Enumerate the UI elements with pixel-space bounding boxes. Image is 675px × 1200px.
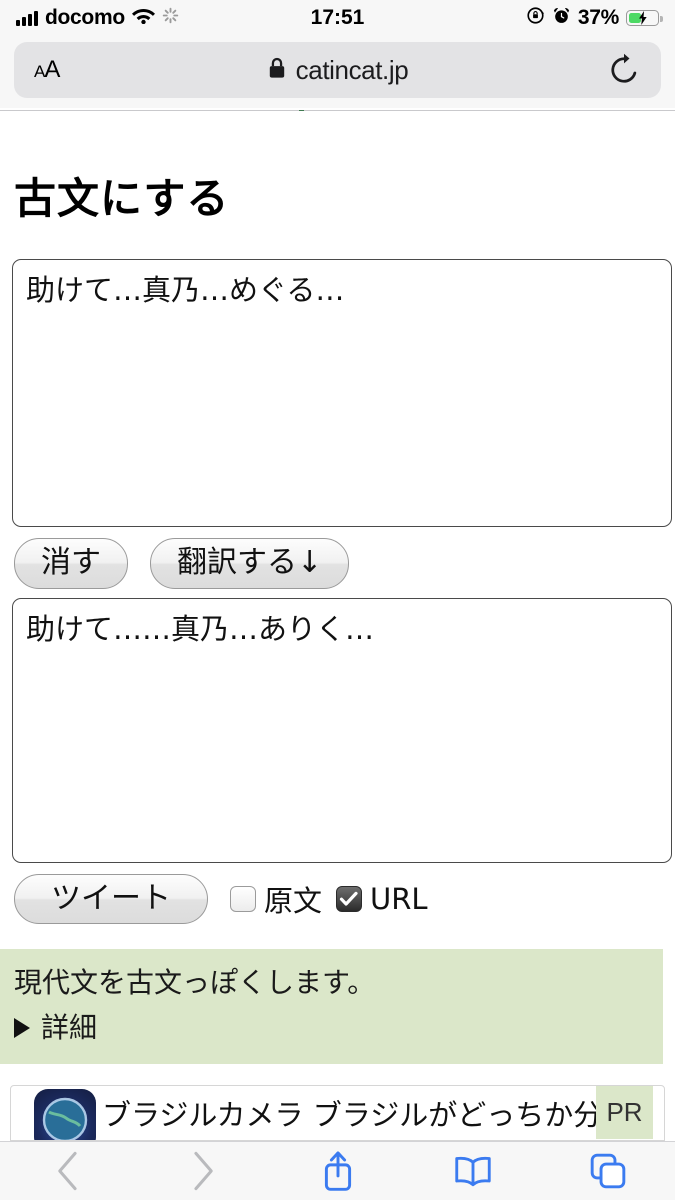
clock-label: 17:51	[310, 6, 365, 29]
status-bar-left: docomo	[16, 6, 311, 30]
page-title: 古文にする	[14, 174, 230, 223]
battery-percent-label: 37%	[577, 6, 619, 29]
sync-spinner-icon	[162, 7, 179, 29]
info-note: 現代文を古文っぽくします。 詳細	[0, 949, 663, 1065]
globe-app-icon	[34, 1089, 96, 1140]
clear-button[interactable]: 消す	[14, 538, 128, 589]
note-details-label: 詳細	[41, 1010, 98, 1044]
action-button-row: 消す 翻訳する↓	[14, 538, 675, 589]
disclosure-triangle-icon	[14, 1017, 30, 1038]
browser-bottom-toolbar	[0, 1141, 675, 1200]
address-bar[interactable]: AA catincat.jp	[14, 42, 661, 98]
status-bar-center: 17:51	[311, 6, 365, 30]
pr-badge: PR	[596, 1086, 653, 1139]
phone-screen: docomo 17:51 37% AA catincat.jp 古文にする 助け…	[0, 0, 675, 1200]
url-text: catincat.jp	[295, 54, 409, 85]
status-bar-right: 37%	[364, 6, 663, 30]
checkbox-original-text-label: 原文	[264, 883, 323, 918]
tabs-icon[interactable]	[540, 1152, 675, 1190]
tweet-button[interactable]: ツイート	[14, 873, 208, 924]
rotation-lock-icon	[526, 6, 545, 30]
ad-text: ブラジルカメラ ブラジルがどっちか分	[102, 1098, 603, 1132]
carrier-label: docomo	[45, 6, 125, 29]
checkbox-url-box[interactable]	[336, 885, 363, 912]
result-text-output[interactable]	[12, 597, 672, 863]
source-text-input[interactable]	[12, 259, 672, 527]
signal-bars-icon	[16, 10, 38, 26]
back-button[interactable]	[0, 1151, 135, 1191]
url-display: catincat.jp	[14, 42, 661, 98]
status-bar: docomo 17:51 37%	[0, 0, 675, 36]
lock-icon	[267, 56, 287, 85]
text-size-button[interactable]: AA	[34, 56, 60, 84]
bookmarks-icon[interactable]	[405, 1154, 540, 1188]
browser-address-bar-container: AA catincat.jp	[0, 36, 675, 108]
battery-charging-icon	[626, 10, 663, 26]
note-description: 現代文を古文っぽくします。	[14, 966, 376, 999]
checkbox-url[interactable]: URL	[336, 882, 428, 916]
share-row: ツイート 原文 URL	[14, 873, 675, 924]
share-icon[interactable]	[270, 1149, 405, 1193]
checkbox-original-text-box[interactable]	[230, 885, 256, 912]
reload-icon[interactable]	[607, 53, 641, 87]
alarm-clock-icon	[552, 6, 571, 30]
forward-button[interactable]	[135, 1151, 270, 1191]
checkbox-url-label: URL	[370, 881, 428, 916]
wifi-icon	[131, 7, 155, 29]
web-page-content: 古文にする 消す 翻訳する↓ ツイート 原文 URL 現代文を古文っぽくします。	[0, 111, 675, 1140]
ad-banner[interactable]: ブラジルカメラ ブラジルがどっちか分 PR	[10, 1085, 665, 1141]
note-details-toggle[interactable]: 詳細	[14, 1008, 663, 1049]
translate-button[interactable]: 翻訳する↓	[150, 538, 350, 589]
checkbox-original-text[interactable]: 原文	[230, 878, 322, 920]
